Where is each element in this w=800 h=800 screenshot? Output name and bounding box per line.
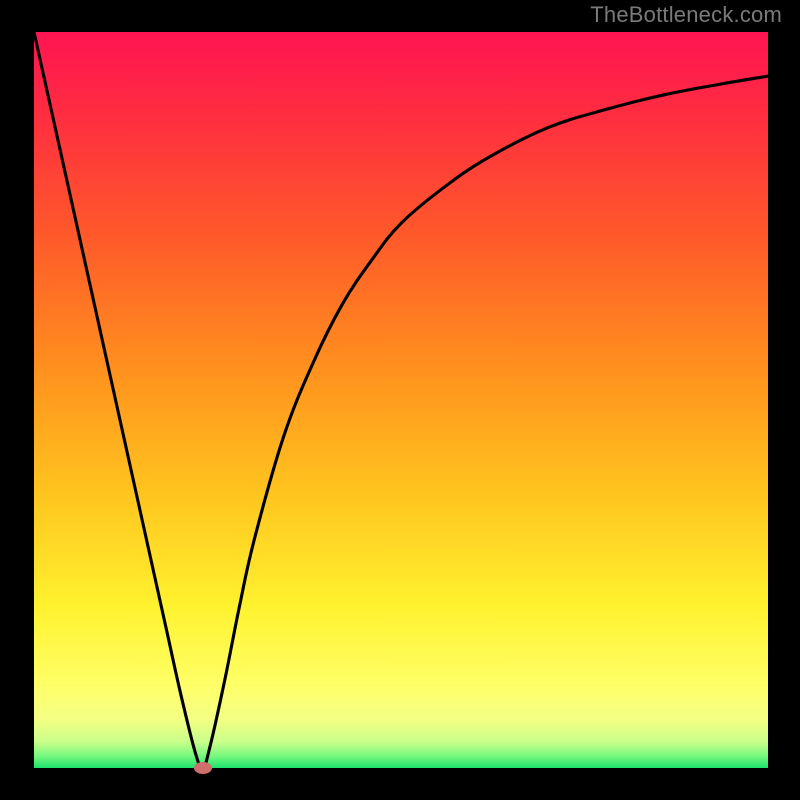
bottleneck-curve [34,32,768,768]
optimum-marker [194,762,212,774]
curve-layer [34,32,768,768]
watermark-text: TheBottleneck.com [590,2,782,28]
chart-frame: TheBottleneck.com [0,0,800,800]
plot-area [34,32,768,768]
